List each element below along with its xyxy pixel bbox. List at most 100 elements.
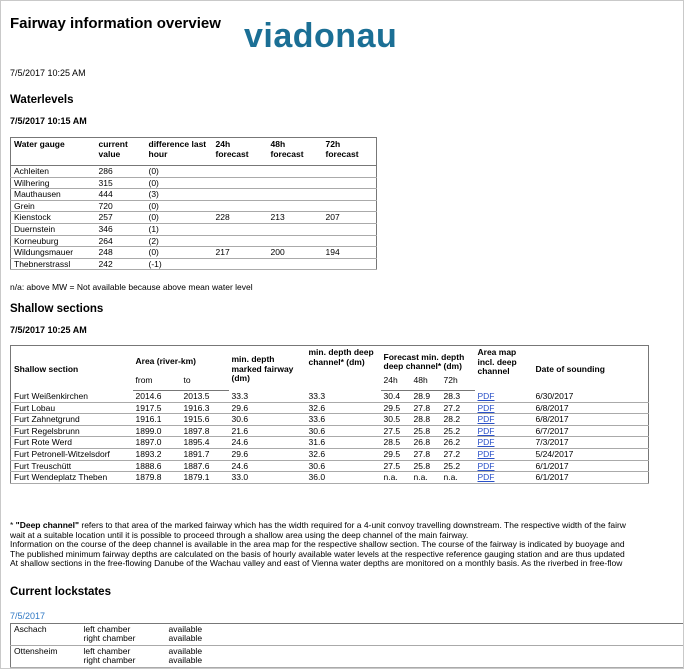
cell: Furt Treuschütt (10, 460, 133, 473)
cell (212, 235, 268, 248)
cell: 6/8/2017 (532, 402, 649, 415)
table-row: Achleiten 286 (0) (10, 165, 377, 178)
cell: 25.2 (440, 460, 475, 473)
cell: 1917.5 (132, 402, 181, 415)
cell (322, 188, 377, 201)
cell: (0) (145, 211, 213, 224)
cell: Furt Regelsbrunn (10, 425, 133, 438)
lock-states: available available (165, 645, 683, 668)
cell: 31.6 (305, 436, 381, 449)
cell: 24.6 (228, 436, 306, 449)
cell: 30.6 (305, 460, 381, 473)
cell: Duernstein (10, 223, 96, 236)
cell: 27.2 (440, 448, 475, 461)
table-row: Furt Zahnetgrund 1916.1 1915.6 30.6 33.6 30.5… (10, 413, 649, 426)
cell (322, 223, 377, 236)
cell: 1897.0 (132, 436, 181, 449)
footnote-term: "Deep channel" (15, 520, 79, 530)
cell: 2013.5 (180, 390, 229, 403)
cell: 228 (212, 211, 268, 224)
pdf-link[interactable]: PDF (478, 437, 495, 447)
area-map-cell: PDF (474, 402, 533, 415)
cell: 7/3/2017 (532, 436, 649, 449)
cell: 29.5 (380, 402, 411, 415)
cell: 28.5 (380, 436, 411, 449)
pdf-link[interactable]: PDF (478, 461, 495, 471)
cell: n.a. (380, 471, 411, 484)
cell: (0) (145, 165, 213, 178)
lock-row: Aschach left chamber right chamber availa… (10, 623, 683, 646)
col-min-fairway: min. depth marked fairway (dm) (231, 354, 294, 383)
chamber-left-state: available (168, 624, 203, 634)
cell: (0) (145, 246, 213, 259)
waterlevels-heading: Waterlevels (10, 94, 74, 106)
cell: (3) (145, 188, 213, 201)
cell: Grein (10, 200, 96, 213)
cell (212, 200, 268, 213)
area-map-cell: PDF (474, 448, 533, 461)
cell: 21.6 (228, 425, 306, 438)
cell: Furt Lobau (10, 402, 133, 415)
cell: n.a. (410, 471, 441, 484)
col-48h: 48h forecast (267, 137, 323, 166)
cell: (0) (145, 200, 213, 213)
table-row: Thebnerstrassl 242 (-1) (10, 258, 377, 271)
cell: 33.3 (228, 390, 306, 403)
cell: 1888.6 (132, 460, 181, 473)
table-row: Grein 720 (0) (10, 200, 377, 213)
cell: n.a. (440, 471, 475, 484)
cell: 1879.8 (132, 471, 181, 484)
col-72h: 72h forecast (322, 137, 377, 166)
viadonau-logo: viadonau (244, 17, 398, 55)
cell: Korneuburg (10, 235, 96, 248)
pdf-link[interactable]: PDF (478, 472, 495, 482)
col-forecast: Forecast min. depth deep channel* (dm) (383, 351, 465, 371)
page-timestamp: 7/5/2017 10:25 AM (10, 68, 86, 78)
pdf-link[interactable]: PDF (478, 426, 495, 436)
pdf-link[interactable]: PDF (478, 414, 495, 424)
lock-name: Aschach (10, 623, 81, 646)
cell: 26.8 (410, 436, 441, 449)
cell: 213 (267, 211, 323, 224)
area-map-cell: PDF (474, 460, 533, 473)
table-row: Furt Rote Werd 1897.0 1895.4 24.6 31.6 28.5 26… (10, 436, 649, 449)
cell: 6/1/2017 (532, 471, 649, 484)
cell (322, 200, 377, 213)
cell (267, 258, 323, 271)
pdf-link[interactable]: PDF (478, 449, 495, 459)
lockstates-heading: Current lockstates (10, 586, 111, 598)
cell: 286 (95, 165, 146, 178)
cell: 2014.6 (132, 390, 181, 403)
lock-chambers: left chamber right chamber (80, 645, 166, 668)
lockstates-table: Aschach left chamber right chamber availa… (10, 623, 683, 668)
pdf-link[interactable]: PDF (478, 391, 495, 401)
area-map-cell: PDF (474, 471, 533, 484)
cell: 25.2 (440, 425, 475, 438)
cell: 1897.8 (180, 425, 229, 438)
cell (267, 165, 323, 178)
cell: 25.8 (410, 460, 441, 473)
cell: Achleiten (10, 165, 96, 178)
cell: 346 (95, 223, 146, 236)
cell: 27.8 (410, 448, 441, 461)
col-to: to (180, 375, 229, 391)
lock-chambers: left chamber right chamber (80, 623, 166, 646)
cell: 28.3 (440, 390, 475, 403)
col-shallow-section: Shallow section (14, 363, 79, 374)
cell: Thebnerstrassl (10, 258, 96, 271)
area-map-cell: PDF (474, 413, 533, 426)
col-date-sounding: Date of sounding (535, 363, 605, 374)
cell: 28.9 (410, 390, 441, 403)
cell: 1891.7 (180, 448, 229, 461)
cell (267, 177, 323, 190)
col-difference: difference last hour (145, 137, 213, 166)
table-row: Kienstock 257 (0) 228 213 207 (10, 211, 377, 224)
chamber-right: right chamber (83, 655, 136, 666)
cell: 27.5 (380, 425, 411, 438)
table-row: Duernstein 346 (1) (10, 223, 377, 236)
col-f48: 48h (410, 375, 441, 391)
pdf-link[interactable]: PDF (478, 403, 495, 413)
area-map-cell: PDF (474, 390, 533, 403)
chamber-right-state: available (168, 655, 203, 666)
col-from: from (132, 375, 181, 391)
